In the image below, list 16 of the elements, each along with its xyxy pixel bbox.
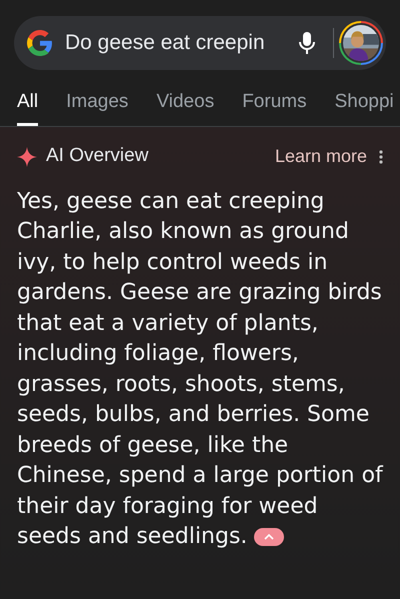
overview-text: Yes, geese can eat creeping Charlie, also known as ground ivy, to help control weeds in gardens. Geese are grazing birds that eat a variety of plants, including foliage, flowers, grasses, roots, shoots, stems, seeds, bulbs, and berries. Some breeds of geese, like the Chinese, spend a large portion of their day foraging for weed seeds and seedlings. (17, 188, 383, 551)
avatar[interactable] (339, 21, 383, 65)
tab[interactable]: Forums (242, 88, 307, 126)
search-field[interactable]: Do geese eat creepin (14, 16, 386, 70)
tab[interactable]: Shoppi (334, 88, 394, 126)
tab[interactable]: Videos (156, 88, 214, 126)
sparkle-icon (17, 146, 37, 166)
learn-more-link[interactable]: Learn more (274, 143, 367, 170)
chevron-icon (264, 534, 274, 540)
microphone-icon[interactable] (299, 32, 315, 54)
tab[interactable]: Images (66, 88, 128, 126)
search-query: Do geese eat creepin (65, 30, 265, 56)
google-logo-icon (27, 30, 53, 56)
section-title: AI Overview (46, 144, 148, 168)
more-options-icon[interactable] (379, 150, 383, 164)
collapse-button[interactable] (254, 528, 284, 546)
